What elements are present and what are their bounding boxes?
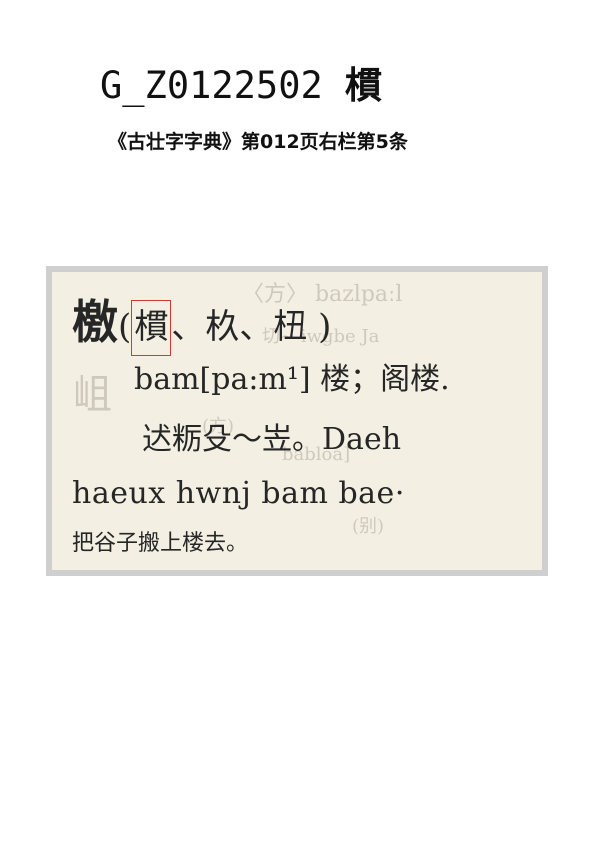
headword-line: 檄(樌、杦、杻 ): [72, 292, 332, 356]
entry-code: G_Z0122502: [100, 64, 323, 107]
bleed-through-text: 岨: [72, 372, 112, 418]
entry-title: G_Z0122502 樌: [100, 60, 382, 110]
entry-character: 樌: [344, 63, 382, 107]
example-zhuang-line: haeux hwnj bam bae·: [72, 476, 405, 511]
example-chinese-line: 把谷子搬上楼去。: [72, 531, 249, 556]
dictionary-scan-frame: 〈方〉 bazlpaːl 切~ iwgbe Ja 岨 (方) babloa] (…: [46, 266, 548, 576]
pronunciation-line: bam[pa:m¹] 楼；阁楼.: [134, 362, 450, 397]
headword: 檄: [72, 295, 118, 349]
other-variants: 、杦、杻 ): [171, 307, 332, 347]
paren-open: (: [118, 307, 132, 347]
dictionary-scan: 〈方〉 bazlpaːl 切~ iwgbe Ja 岨 (方) babloa] (…: [52, 272, 542, 570]
source-reference: 《古壮字字典》第012页右栏第5条: [108, 131, 408, 153]
example-sawndip-line: 迖粝殳～岦。Daeh: [142, 422, 402, 457]
highlighted-variant: 樌: [131, 300, 172, 356]
